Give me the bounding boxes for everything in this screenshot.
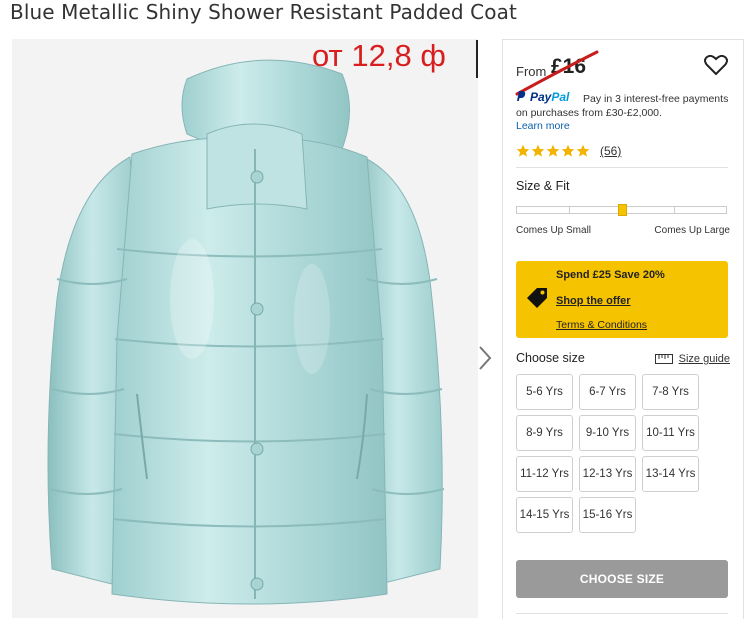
paypal-message: Pay in 3 interest-free payments on purch… <box>516 93 729 119</box>
size-option-button[interactable]: 6-7 Yrs <box>579 374 636 410</box>
product-image[interactable] <box>12 39 478 618</box>
padded-coat-illustration <box>12 39 478 618</box>
divider <box>516 167 728 168</box>
offer-title: Spend £25 Save 20% <box>556 269 665 281</box>
fit-left-label: Comes Up Small <box>516 225 592 236</box>
tag-icon <box>527 288 547 308</box>
text-cursor <box>476 40 478 78</box>
size-fit-title: Size & Fit <box>516 179 570 193</box>
size-option-button[interactable]: 13-14 Yrs <box>642 456 699 492</box>
size-option-button[interactable]: 8-9 Yrs <box>516 415 573 451</box>
paypal-text: Pay in 3 interest-free payments on purch… <box>516 92 736 120</box>
product-details-panel: From £16 PayPal Pay in 3 interest-free p… <box>502 39 744 619</box>
heart-icon[interactable] <box>704 54 728 76</box>
fit-marker <box>617 204 627 216</box>
overlay-price-text: от 12,8 ф <box>312 38 446 73</box>
choose-size-label: Choose size <box>516 351 585 365</box>
fit-right-label: Comes Up Large <box>654 225 730 236</box>
review-count-link[interactable]: (56) <box>600 144 621 158</box>
size-option-button[interactable]: 5-6 Yrs <box>516 374 573 410</box>
fit-tick <box>674 207 675 213</box>
offer-banner: Spend £25 Save 20% Shop the offer Terms … <box>516 261 728 338</box>
choose-size-button[interactable]: CHOOSE SIZE <box>516 560 728 598</box>
star-icon <box>576 144 590 157</box>
star-icon <box>546 144 560 157</box>
divider <box>516 613 728 614</box>
size-option-button[interactable]: 12-13 Yrs <box>579 456 636 492</box>
product-title: Blue Metallic Shiny Shower Resistant Pad… <box>10 0 517 24</box>
fit-tick <box>569 207 570 213</box>
size-option-button[interactable]: 11-12 Yrs <box>516 456 573 492</box>
size-option-button[interactable]: 14-15 Yrs <box>516 497 573 533</box>
size-option-button[interactable]: 10-11 Yrs <box>642 415 699 451</box>
star-icon <box>531 144 545 157</box>
star-icon <box>561 144 575 157</box>
learn-more-link[interactable]: Learn more <box>516 120 570 132</box>
size-guide-link[interactable]: Size guide <box>679 353 730 365</box>
size-option-button[interactable]: 7-8 Yrs <box>642 374 699 410</box>
rating-stars <box>516 144 590 158</box>
size-option-button[interactable]: 15-16 Yrs <box>579 497 636 533</box>
fit-scale <box>516 204 727 216</box>
shop-offer-link[interactable]: Shop the offer <box>556 295 631 307</box>
star-icon <box>516 144 530 157</box>
terms-conditions-link[interactable]: Terms & Conditions <box>556 319 647 331</box>
size-option-button[interactable]: 9-10 Yrs <box>579 415 636 451</box>
ruler-icon <box>655 354 673 364</box>
chevron-right-icon[interactable] <box>476 343 494 373</box>
